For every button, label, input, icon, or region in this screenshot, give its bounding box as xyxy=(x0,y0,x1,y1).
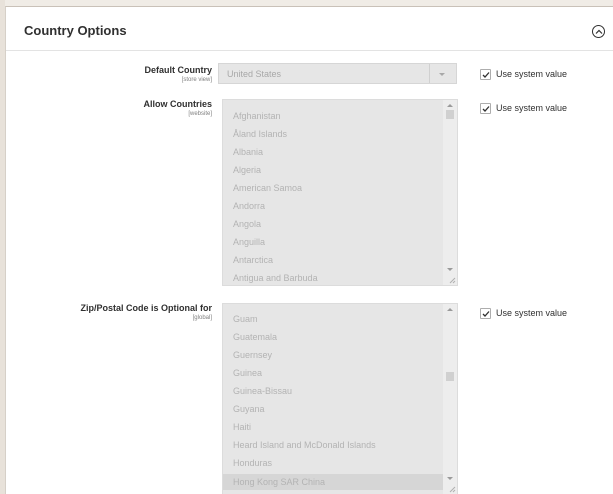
list-item[interactable]: Albania xyxy=(233,147,263,157)
zip-optional-label-text: Zip/Postal Code is Optional for xyxy=(80,303,212,313)
allow-countries-use-system-checkbox[interactable] xyxy=(480,103,491,114)
default-country-label-text: Default Country xyxy=(144,65,213,75)
scroll-down-icon[interactable] xyxy=(447,268,453,271)
list-item[interactable]: Haiti xyxy=(233,422,251,432)
default-country-value: United States xyxy=(227,69,282,79)
chevron-down-icon xyxy=(439,73,445,76)
list-item[interactable]: Andorra xyxy=(233,201,265,211)
default-country-label: Default Country [store view] xyxy=(6,65,213,84)
zip-optional-label: Zip/Postal Code is Optional for [global] xyxy=(6,303,212,322)
section-title: Country Options xyxy=(24,23,127,38)
allow-countries-multiselect[interactable]: Afghanistan Åland Islands Albania Algeri… xyxy=(222,99,458,286)
list-item[interactable]: Guam xyxy=(233,314,258,324)
list-item[interactable]: Guinea xyxy=(233,368,262,378)
allow-countries-use-system-label: Use system value xyxy=(496,103,568,113)
list-item[interactable]: Guernsey xyxy=(233,350,272,360)
scroll-down-icon[interactable] xyxy=(447,477,453,480)
allow-countries-scope: [website] xyxy=(188,111,212,117)
list-item[interactable]: Algeria xyxy=(233,165,261,175)
zip-optional-scope: [global] xyxy=(192,315,212,321)
list-item[interactable]: Afghanistan xyxy=(233,111,281,121)
list-item[interactable]: Anguilla xyxy=(233,237,265,247)
select-divider xyxy=(429,64,430,83)
list-item[interactable]: Honduras xyxy=(233,458,272,468)
zip-optional-multiselect[interactable]: Guam Guatemala Guernsey Guinea Guinea-Bi… xyxy=(222,303,458,494)
scroll-up-icon[interactable] xyxy=(447,104,453,107)
scrollbar[interactable] xyxy=(443,100,457,285)
scrollbar[interactable] xyxy=(443,304,457,494)
default-country-select[interactable]: United States xyxy=(218,63,457,84)
scroll-up-icon[interactable] xyxy=(447,308,453,311)
list-item[interactable]: Antarctica xyxy=(233,255,273,265)
default-country-use-system-checkbox[interactable] xyxy=(480,69,491,80)
list-item[interactable]: American Samoa xyxy=(233,183,302,193)
list-item[interactable]: Guinea-Bissau xyxy=(233,386,292,396)
default-country-scope: [store view] xyxy=(181,77,212,83)
resize-handle-icon[interactable] xyxy=(448,276,456,284)
list-item[interactable]: Angola xyxy=(233,219,261,229)
zip-optional-use-system-label: Use system value xyxy=(496,308,568,318)
list-item[interactable]: Åland Islands xyxy=(233,129,287,139)
scrollbar-thumb[interactable] xyxy=(446,110,454,119)
section-header[interactable]: Country Options xyxy=(6,7,613,51)
zip-optional-use-system-checkbox[interactable] xyxy=(480,308,491,319)
allow-countries-label: Allow Countries [website] xyxy=(6,99,212,118)
list-item[interactable]: Guyana xyxy=(233,404,265,414)
list-item[interactable]: Heard Island and McDonald Islands xyxy=(233,440,376,450)
scrollbar-thumb[interactable] xyxy=(446,372,454,381)
default-country-use-system-label: Use system value xyxy=(496,69,568,79)
collapse-icon[interactable] xyxy=(592,25,605,38)
country-options-panel: Country Options Default Country [store v… xyxy=(5,6,613,494)
list-item[interactable]: Antigua and Barbuda xyxy=(233,273,318,283)
resize-handle-icon[interactable] xyxy=(448,485,456,493)
allow-countries-label-text: Allow Countries xyxy=(143,99,212,109)
list-item[interactable]: Guatemala xyxy=(233,332,277,342)
list-item-selected[interactable]: Hong Kong SAR China xyxy=(223,474,443,490)
